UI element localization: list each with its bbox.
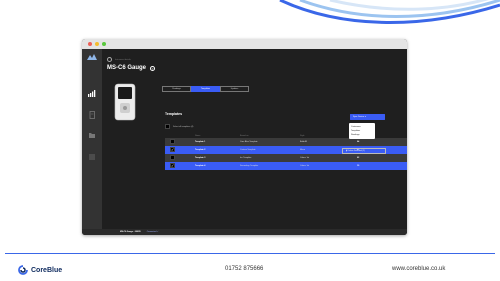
check-icon: ✓ [156, 231, 159, 233]
coreblue-logo-icon [18, 265, 28, 275]
tab-updates[interactable]: Updates [220, 86, 249, 92]
templates-table: Template 1 Core Blue Template Bold A3 04… [165, 138, 407, 170]
signal-bars-icon[interactable] [87, 89, 97, 97]
breadcrumb-label[interactable]: Instrument details [115, 59, 131, 61]
connection-status: Connected ✓ [147, 231, 159, 233]
connection-status-label: Connected [146, 231, 157, 233]
footer-logo: CoreBlue [18, 265, 62, 275]
row-checkbox-checked[interactable]: ✓ [170, 147, 175, 153]
breadcrumb[interactable]: Instrument details [107, 57, 131, 62]
sync-device-label: Sync Device [353, 116, 365, 118]
template-name: Template 1 [195, 140, 206, 143]
row-checkbox-checked[interactable]: ✓ [170, 163, 175, 169]
select-all-row[interactable]: Select all templates (4) [165, 124, 193, 129]
chevron-down-icon: ▾ [364, 116, 366, 118]
template-based-on: Ice Template [240, 156, 252, 159]
tab-bar: Readings Templates Updates [162, 86, 249, 92]
table-row[interactable]: Template 1 Core Blue Template Bold A3 04 [165, 138, 407, 146]
delete-selected-label: Delete Selected (2) [347, 150, 365, 152]
template-based-on: Custom Template [240, 148, 256, 151]
page-title-row: MS-C6 Gauge ? [107, 65, 156, 71]
template-name: Template 4 [195, 164, 206, 167]
settings-list-icon[interactable] [87, 153, 97, 161]
template-style: Colour 1st [300, 156, 310, 159]
delete-selected-button[interactable]: ▮ Delete Selected (2) [342, 148, 386, 154]
folder-icon[interactable] [87, 131, 97, 139]
template-preset: 10 [357, 164, 360, 167]
minimize-window-button[interactable] [95, 42, 99, 46]
footer-website[interactable]: www.coreblue.co.uk [392, 266, 445, 272]
tab-readings[interactable]: Readings [162, 86, 191, 92]
template-based-on: Secondary Template [240, 164, 259, 167]
page-title: MS-C6 Gauge [107, 65, 147, 71]
status-bar: MS-C6 Gauge - 0003D Connected ✓ [82, 229, 407, 235]
select-all-checkbox[interactable] [165, 124, 170, 129]
help-icon[interactable]: ? [150, 65, 156, 71]
sync-device-button[interactable]: Sync Device ▾ [350, 114, 385, 120]
template-name: Template 3 [195, 156, 206, 159]
tab-templates[interactable]: Templates [191, 86, 220, 92]
section-title: Templates [165, 112, 183, 116]
device-image [114, 83, 136, 121]
table-row[interactable]: ✓ Template 4 Secondary Template Colour 1… [165, 162, 407, 170]
maximize-window-button[interactable] [102, 42, 106, 46]
row-checkbox[interactable] [170, 155, 175, 161]
device-status-name: MS-C6 Gauge - 0003D [120, 231, 141, 233]
template-preset: 02 [357, 156, 360, 159]
back-circle-icon[interactable] [107, 57, 112, 62]
select-all-label: Select all templates (4) [173, 125, 194, 128]
column-header-name[interactable]: Name [192, 135, 240, 137]
decorative-wave [279, 0, 500, 24]
template-style: Colour 1st [300, 164, 310, 167]
sidebar [82, 49, 102, 235]
app-logo-icon [86, 53, 98, 62]
template-style: Bold A3 [300, 140, 307, 143]
table-row[interactable]: Template 3 Ice Template Colour 1st 02 [165, 154, 407, 162]
column-header-based-on[interactable]: Based on [240, 135, 300, 137]
menu-item-readings[interactable]: Readings [350, 133, 374, 137]
brand-name: CoreBlue [31, 266, 63, 274]
row-checkbox[interactable] [170, 139, 175, 145]
footer-phone[interactable]: 01752 875666 [225, 266, 263, 272]
close-window-button[interactable] [88, 42, 92, 46]
footer-divider [5, 253, 495, 254]
document-icon[interactable] [87, 111, 97, 119]
template-based-on: Core Blue Template [240, 140, 258, 143]
template-name: Template 2 [195, 148, 206, 151]
app-window: Instrument details MS-C6 Gauge ? Reading… [82, 39, 407, 235]
sync-dropdown-menu: Customers Templates Readings [349, 123, 375, 139]
window-titlebar [82, 39, 407, 49]
template-preset: 04 [357, 140, 360, 143]
